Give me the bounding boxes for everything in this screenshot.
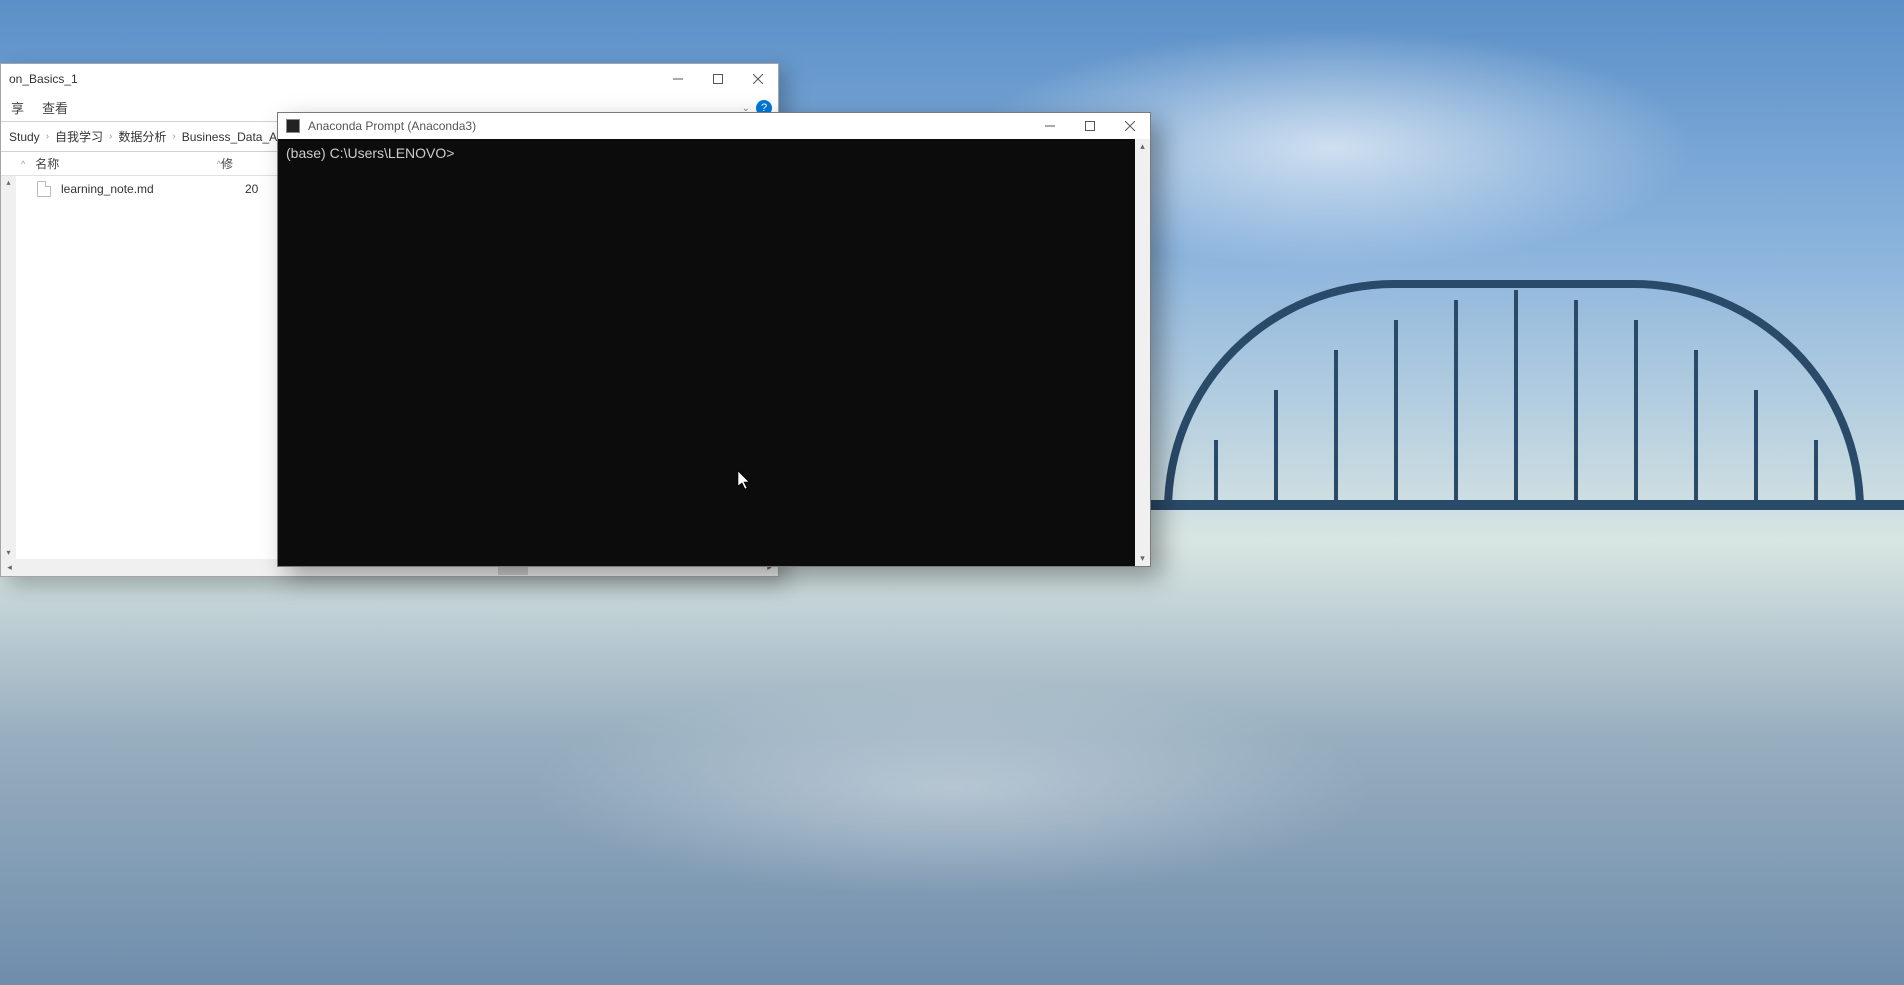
explorer-title: on_Basics_1 (9, 72, 78, 86)
maximize-button[interactable] (1070, 111, 1110, 141)
close-button[interactable] (1110, 111, 1150, 141)
crumb-data-analysis[interactable]: 数据分析 (118, 128, 166, 145)
anaconda-prompt-window[interactable]: Anaconda Prompt (Anaconda3) (base) C:\Us… (277, 112, 1151, 567)
terminal-scrollbar[interactable]: ▴ ▾ (1135, 139, 1150, 566)
wallpaper-bridge (1164, 280, 1864, 540)
minimize-button[interactable] (658, 64, 698, 94)
crumb-study[interactable]: Study (9, 130, 40, 144)
explorer-titlebar[interactable]: on_Basics_1 (1, 64, 778, 94)
terminal-app-icon (286, 119, 300, 133)
close-button[interactable] (738, 64, 778, 94)
column-name[interactable]: 名称 (35, 155, 59, 172)
maximize-button[interactable] (698, 64, 738, 94)
sort-indicator-icon: ^ (21, 159, 25, 169)
chevron-right-icon: › (172, 131, 175, 142)
ribbon-tab-view[interactable]: 查看 (42, 98, 68, 117)
column-modified[interactable]: 修 (221, 155, 233, 172)
scroll-up-icon[interactable]: ▴ (6, 178, 10, 187)
file-icon (37, 181, 51, 197)
file-name: learning_note.md (61, 182, 235, 196)
terminal-title: Anaconda Prompt (Anaconda3) (308, 119, 476, 133)
file-modified: 20 (245, 182, 258, 196)
chevron-right-icon: › (46, 131, 49, 142)
ribbon-tab-share[interactable]: 享 (11, 98, 24, 117)
scroll-down-icon[interactable]: ▾ (1140, 553, 1145, 564)
prompt-line: (base) C:\Users\LENOVO> (286, 145, 454, 161)
scroll-up-icon[interactable]: ▴ (1140, 141, 1145, 152)
scroll-down-icon[interactable]: ▾ (6, 548, 10, 557)
terminal-output[interactable]: (base) C:\Users\LENOVO> (278, 139, 1135, 566)
nav-pane-scrollbar[interactable]: ▴ ▾ (1, 176, 16, 559)
chevron-right-icon: › (109, 131, 112, 142)
crumb-self-study[interactable]: 自我学习 (55, 128, 103, 145)
terminal-titlebar[interactable]: Anaconda Prompt (Anaconda3) (278, 113, 1150, 139)
minimize-button[interactable] (1030, 111, 1070, 141)
scroll-left-icon[interactable]: ◂ (1, 559, 18, 576)
